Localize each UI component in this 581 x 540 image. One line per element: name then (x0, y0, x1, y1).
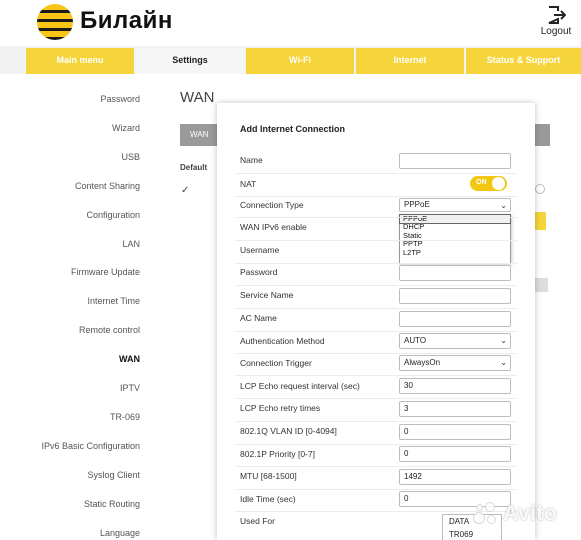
priority-label: 802.1P Priority [0-7] (240, 449, 315, 459)
add-connection-dialog: Add Internet Connection Name NAT ON Conn… (217, 103, 535, 540)
secondary-button[interactable] (534, 278, 548, 292)
password-input[interactable] (399, 265, 511, 281)
sidebar-item-syslog-client[interactable]: Syslog Client (87, 470, 140, 480)
chevron-down-icon: ⌄ (500, 201, 507, 210)
ipv6-label: WAN IPv6 enable (240, 222, 307, 232)
sidebar-item-content-sharing[interactable]: Content Sharing (75, 181, 140, 191)
sidebar: Password Wizard USB Content Sharing Conf… (0, 74, 152, 540)
toggle-knob (492, 177, 505, 190)
add-button[interactable] (534, 212, 546, 230)
connection-type-select[interactable]: PPPoE ⌄ (399, 198, 511, 212)
logout-label: Logout (540, 26, 572, 37)
wan-table-header-label: WAN (190, 130, 209, 139)
row-divider (235, 285, 517, 286)
sidebar-item-lan[interactable]: LAN (122, 239, 140, 249)
tab-status-support[interactable]: Status & Support (466, 48, 581, 74)
sidebar-item-password[interactable]: Password (100, 94, 140, 104)
priority-input[interactable]: 0 (399, 446, 511, 462)
header: Билайн Logout (0, 0, 581, 46)
avito-watermark: Avito (473, 498, 577, 532)
name-label: Name (240, 155, 263, 165)
row-divider (235, 489, 517, 490)
username-label: Username (240, 245, 280, 255)
row-divider (235, 331, 517, 332)
lcp-interval-input[interactable]: 30 (399, 378, 511, 394)
vlan-id-input[interactable]: 0 (399, 424, 511, 440)
nat-label: NAT (240, 179, 257, 189)
sidebar-item-ipv6-basic[interactable]: IPv6 Basic Configuration (41, 441, 140, 451)
avito-logo-icon (473, 502, 499, 528)
nat-toggle-label: ON (476, 179, 487, 186)
row-divider (235, 173, 517, 174)
tab-wifi[interactable]: Wi-Fi (246, 48, 354, 74)
sidebar-item-language[interactable]: Language (100, 528, 140, 538)
sidebar-item-remote-control[interactable]: Remote control (79, 325, 140, 335)
nat-toggle[interactable]: ON (470, 176, 507, 191)
sidebar-item-wizard[interactable]: Wizard (112, 123, 140, 133)
trigger-select[interactable]: AlwaysOn ⌄ (399, 355, 511, 371)
sidebar-item-tr069[interactable]: TR-069 (110, 412, 140, 422)
logout-button[interactable]: Logout (536, 5, 576, 37)
connection-type-dropdown[interactable]: PPPoE DHCP Static PPTP L2TP (399, 213, 511, 264)
service-name-input[interactable] (399, 288, 511, 304)
tab-main-menu[interactable]: Main menu (26, 48, 134, 74)
avito-watermark-text: Avito (503, 502, 558, 525)
row-divider (235, 353, 517, 354)
mtu-label: MTU [68-1500] (240, 471, 297, 481)
logout-icon (548, 6, 566, 24)
sidebar-item-iptv[interactable]: IPTV (120, 383, 140, 393)
sidebar-item-usb[interactable]: USB (121, 152, 140, 162)
row-divider (235, 466, 517, 467)
top-navigation: Main menu Settings Wi-Fi Internet Status… (0, 46, 581, 74)
trigger-label: Connection Trigger (240, 358, 312, 368)
chevron-down-icon: ⌄ (500, 358, 507, 367)
trigger-value: AlwaysOn (404, 358, 441, 367)
row-divider (235, 308, 517, 309)
row-divider (235, 263, 517, 264)
sidebar-item-firmware-update[interactable]: Firmware Update (71, 267, 140, 277)
sidebar-item-static-routing[interactable]: Static Routing (84, 499, 140, 509)
tab-internet[interactable]: Internet (356, 48, 464, 74)
radio-icon (535, 184, 545, 194)
name-input[interactable] (399, 153, 511, 169)
row-divider (235, 375, 517, 376)
sidebar-item-internet-time[interactable]: Internet Time (87, 296, 140, 306)
auth-method-select[interactable]: AUTO ⌄ (399, 333, 511, 349)
ac-name-label: AC Name (240, 313, 277, 323)
used-for-label: Used For (240, 516, 275, 526)
connection-type-label: Connection Type (240, 200, 304, 210)
chevron-down-icon: ⌄ (500, 336, 507, 345)
page-title: WAN (180, 89, 215, 106)
service-name-label: Service Name (240, 290, 294, 300)
default-column-label: Default (180, 163, 208, 172)
connection-type-value: PPPoE (404, 200, 430, 209)
row-divider (235, 444, 517, 445)
row-divider (235, 421, 517, 422)
sidebar-item-configuration[interactable]: Configuration (86, 210, 140, 220)
idle-time-label: Idle Time (sec) (240, 494, 296, 504)
mtu-input[interactable]: 1492 (399, 469, 511, 485)
lcp-interval-label: LCP Echo request interval (sec) (240, 381, 360, 391)
row-divider (235, 217, 517, 218)
brand-name: Билайн (80, 7, 173, 34)
password-label: Password (240, 267, 278, 277)
row-divider (235, 240, 517, 241)
auth-method-label: Authentication Method (240, 336, 325, 346)
vlan-id-label: 802.1Q VLAN ID [0-4094] (240, 426, 337, 436)
row-divider (235, 196, 517, 197)
auth-method-value: AUTO (404, 336, 427, 345)
beeline-logo (37, 4, 73, 40)
dialog-title: Add Internet Connection (240, 124, 345, 134)
row-divider (235, 398, 517, 399)
default-check-icon: ✓ (181, 185, 190, 196)
lcp-retry-label: LCP Echo retry times (240, 403, 321, 413)
dropdown-option-l2tp[interactable]: L2TP (400, 248, 510, 257)
ac-name-input[interactable] (399, 311, 511, 327)
tab-settings[interactable]: Settings (136, 48, 244, 74)
sidebar-item-wan[interactable]: WAN (119, 354, 140, 364)
lcp-retry-input[interactable]: 3 (399, 401, 511, 417)
